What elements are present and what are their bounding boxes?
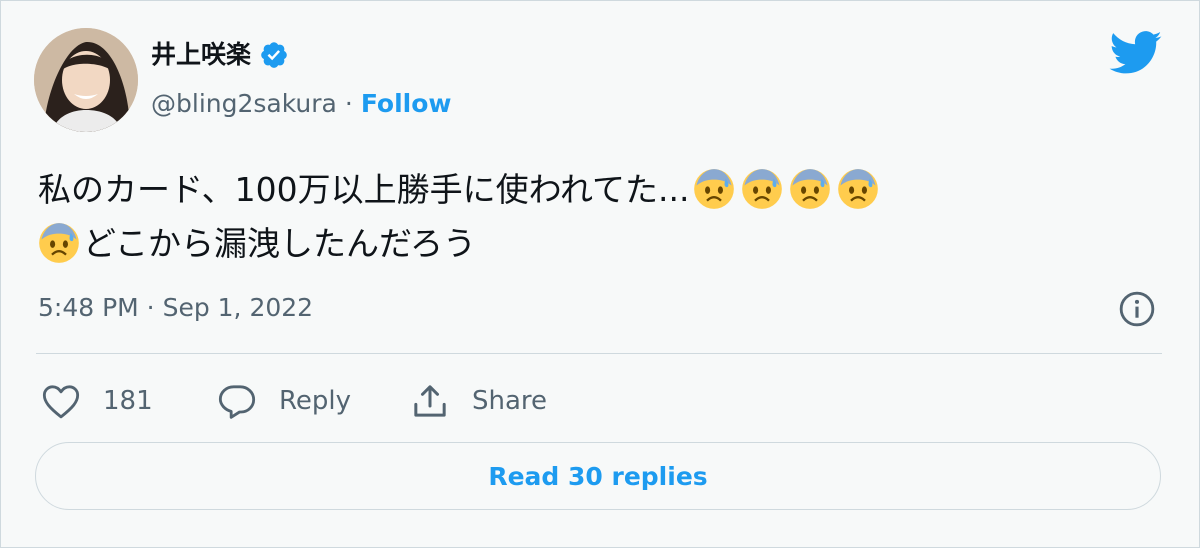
tweet-card: 井上咲楽 @bling2sakura · Follow 私のカード、100万以上… (0, 0, 1200, 548)
read-replies-label: Read 30 replies (488, 461, 708, 491)
anxious-face-with-sweat-icon (693, 169, 734, 209)
display-name[interactable]: 井上咲楽 (151, 39, 251, 71)
reply-button[interactable]: Reply (217, 382, 410, 420)
twitter-bird-icon[interactable] (1109, 31, 1163, 75)
separator: · (344, 89, 353, 118)
tweet-text: 私のカード、100万以上勝手に使われてた... どこから漏洩したんだろう (38, 163, 1148, 271)
avatar-image (34, 28, 138, 132)
heart-icon (42, 385, 80, 419)
tweet-timestamp[interactable]: 5:48 PM · Sep 1, 2022 (38, 291, 313, 325)
reply-label: Reply (279, 386, 352, 416)
tweet-text-line2: どこから漏洩したんだろう (83, 224, 477, 263)
like-count: 181 (103, 386, 153, 416)
anxious-face-with-sweat-icon (789, 169, 830, 209)
like-button[interactable]: 181 (41, 382, 217, 420)
author-name-row[interactable]: 井上咲楽 (151, 39, 289, 71)
anxious-face-with-sweat-icon (741, 169, 782, 209)
info-icon[interactable] (1118, 290, 1156, 328)
follow-button[interactable]: Follow (361, 87, 452, 121)
anxious-face-with-sweat-icon (837, 169, 878, 209)
divider (36, 353, 1162, 354)
share-button[interactable]: Share (410, 382, 547, 420)
handle-row: @bling2sakura · Follow (151, 87, 452, 121)
verified-badge-icon (261, 42, 287, 68)
share-icon (414, 385, 446, 417)
handle[interactable]: @bling2sakura (151, 87, 337, 121)
tweet-actions: 181 Reply Share (41, 379, 547, 423)
reply-icon (218, 385, 256, 419)
avatar[interactable] (34, 28, 138, 132)
share-label: Share (472, 386, 548, 416)
read-replies-button[interactable]: Read 30 replies (35, 442, 1161, 510)
tweet-text-line1: 私のカード、100万以上勝手に使われてた... (38, 170, 690, 209)
anxious-face-with-sweat-icon (39, 223, 79, 263)
